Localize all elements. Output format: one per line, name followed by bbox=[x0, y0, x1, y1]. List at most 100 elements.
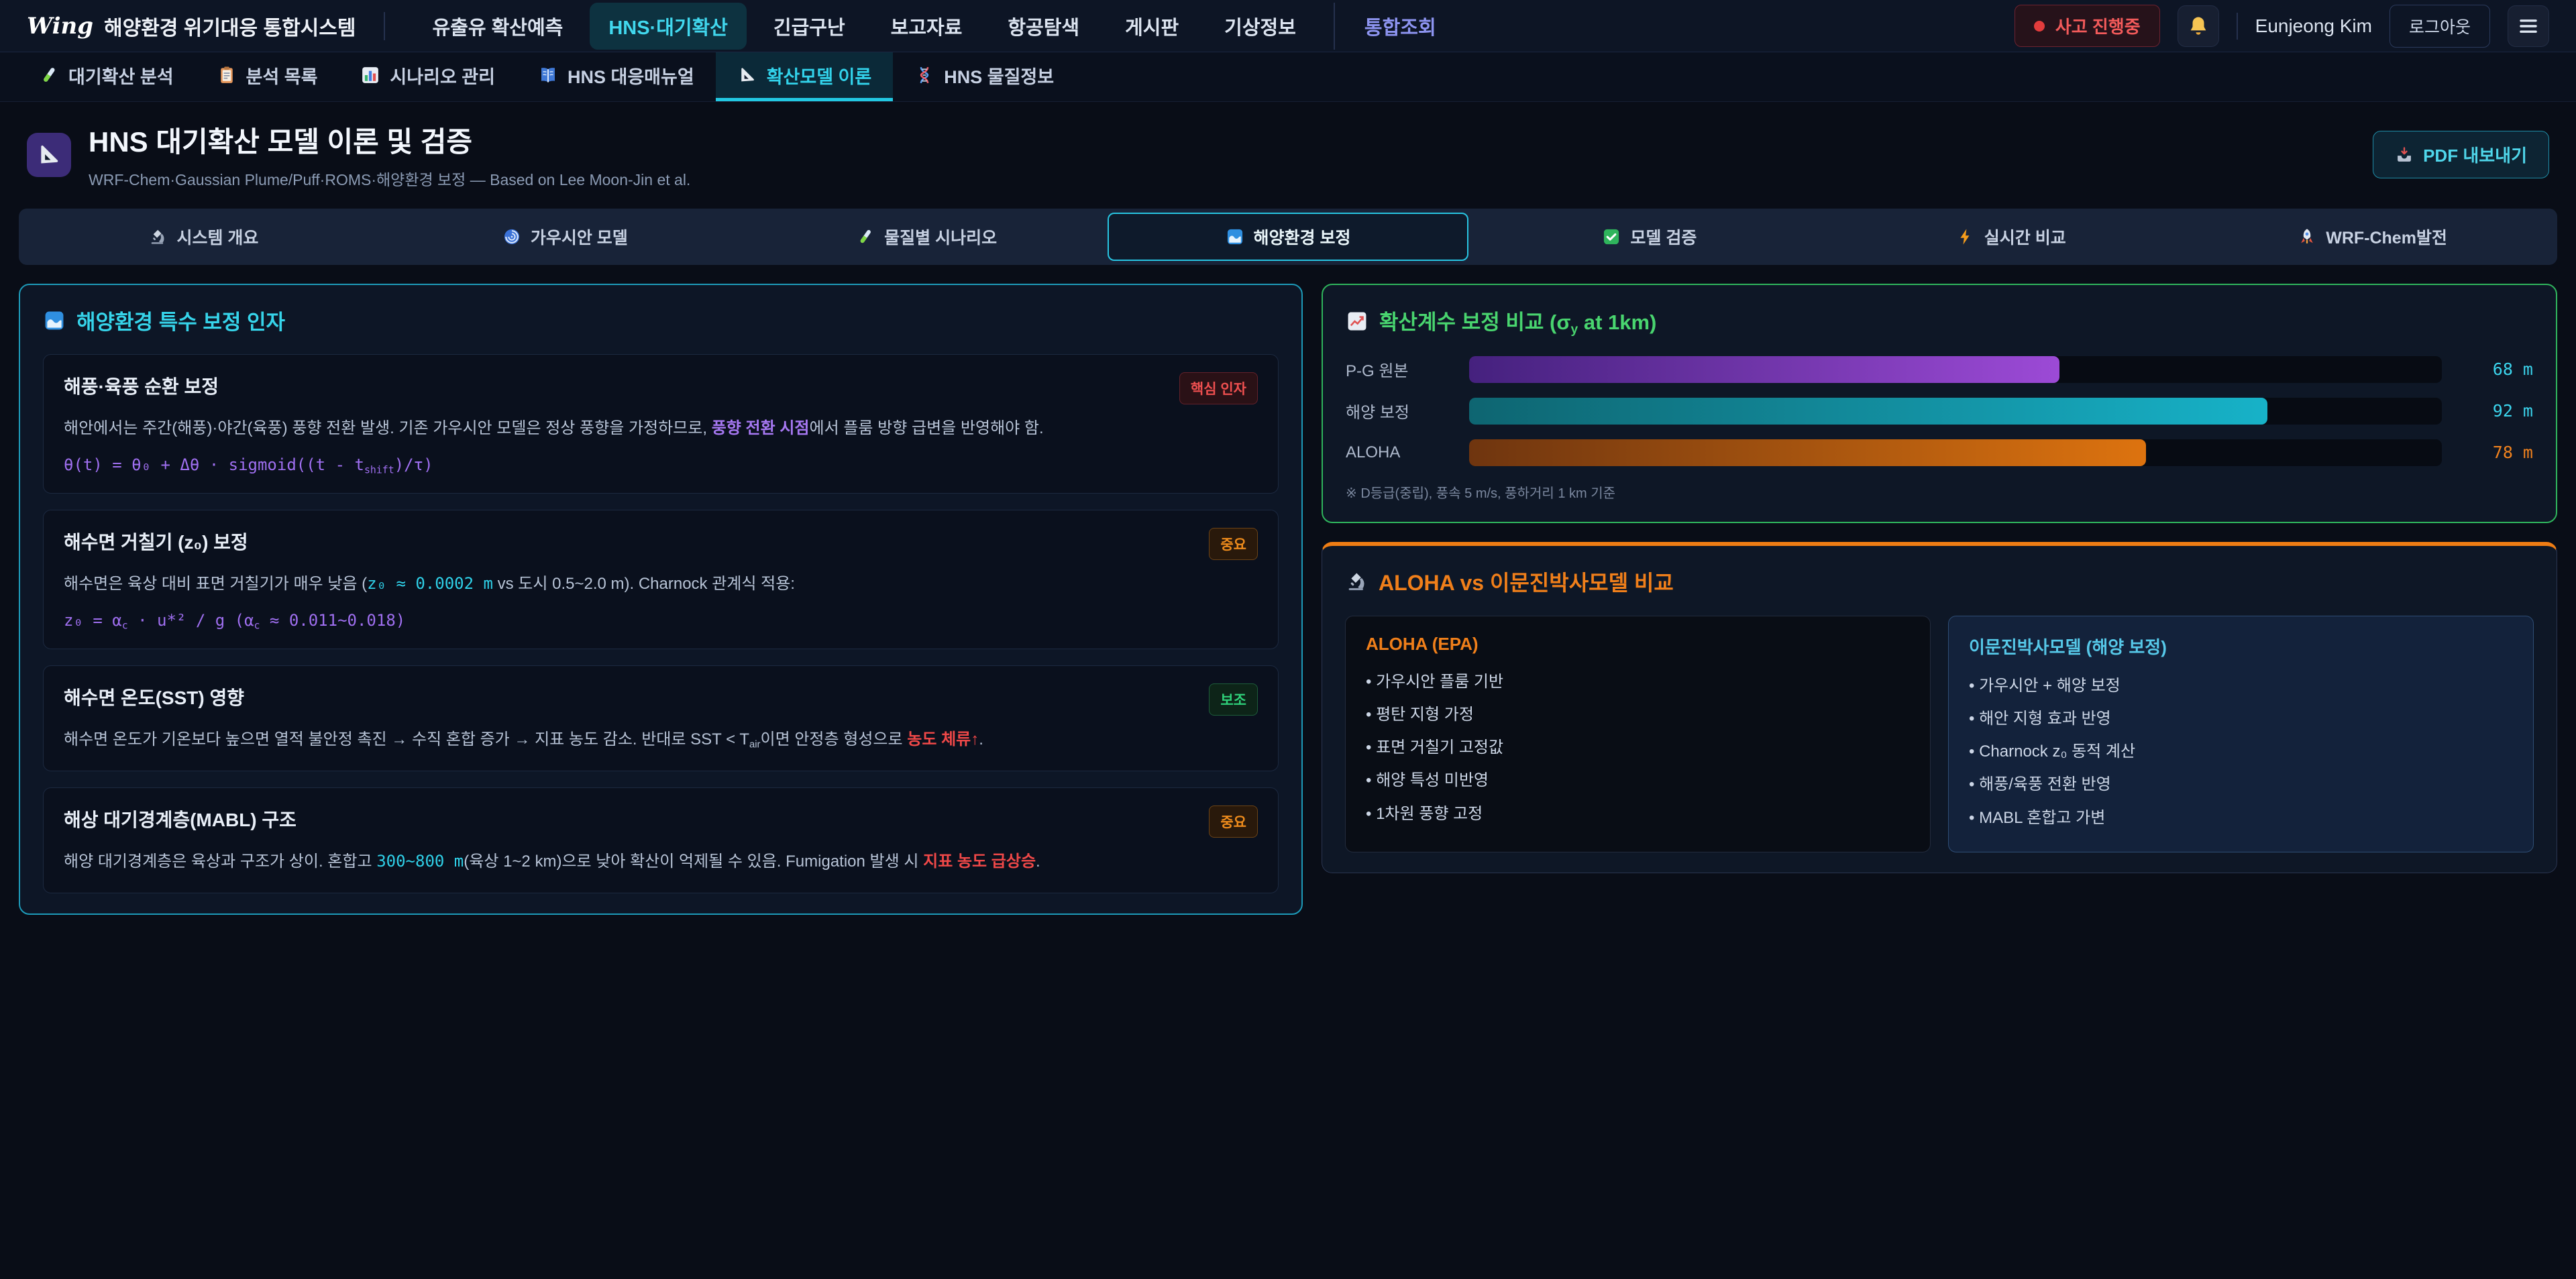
right-column: 확산계수 보정 비교 (σy at 1km) P-G 원본68 m해양 보정92… bbox=[1322, 284, 2557, 873]
sigma-bars: P-G 원본68 m해양 보정92 mALOHA78 m bbox=[1346, 356, 2533, 466]
rocket-icon bbox=[2298, 227, 2316, 246]
card-formula: θ(t) = θ₀ + Δθ · sigmoid((t - tshift)/τ) bbox=[64, 455, 1258, 476]
main-nav: 유출유 확산예측HNS·대기확산긴급구난보고자료항공탐색게시판기상정보 통합조회 bbox=[413, 3, 1454, 50]
microscope-icon bbox=[148, 227, 167, 246]
divider bbox=[2237, 13, 2238, 40]
dna-icon bbox=[914, 65, 934, 85]
main-nav-item[interactable]: 유출유 확산예측 bbox=[413, 3, 582, 50]
sigma-comparison-panel: 확산계수 보정 비교 (σy at 1km) P-G 원본68 m해양 보정92… bbox=[1322, 284, 2557, 523]
bar-chart-icon bbox=[360, 65, 380, 85]
bar-track bbox=[1469, 439, 2442, 466]
tab-label: 모델 검증 bbox=[1630, 225, 1697, 249]
main-nav-item[interactable]: 긴급구난 bbox=[755, 3, 864, 50]
card-title: 해수면 거칠기 (z₀) 보정 bbox=[64, 528, 248, 555]
comparison-item: MABL 혼합고 가변 bbox=[1969, 801, 2513, 834]
comparison-item: 가우시안 플룸 기반 bbox=[1366, 665, 1910, 698]
correction-card: 해수면 온도(SST) 영향보조해수면 온도가 기온보다 높으면 열적 불안정 … bbox=[43, 665, 1279, 771]
wing-logo: Wing bbox=[27, 13, 93, 40]
tab-시스템 개요[interactable]: 시스템 개요 bbox=[23, 213, 384, 261]
tab-물질별 시나리오[interactable]: 물질별 시나리오 bbox=[746, 213, 1108, 261]
correction-cards: 해풍·육풍 순환 보정핵심 인자해안에서는 주간(해풍)·야간(육풍) 풍향 전… bbox=[43, 354, 1279, 893]
bar-fill bbox=[1469, 398, 2267, 425]
main-nav-item[interactable]: 통합조회 bbox=[1334, 3, 1455, 50]
subnav-item[interactable]: 시나리오 관리 bbox=[339, 52, 517, 101]
bar-fill bbox=[1469, 356, 2059, 383]
incident-status-badge: 사고 진행중 bbox=[2015, 5, 2160, 47]
incident-badge-label: 사고 진행중 bbox=[2055, 13, 2141, 38]
sub-navigation: 대기확산 분석 분석 목록 시나리오 관리 HNS 대응매뉴얼 확산모델 이론 HNS 물… bbox=[0, 52, 2576, 102]
panel-title: 해양환경 특수 보정 인자 bbox=[43, 305, 1279, 335]
section-tab-bar: 시스템 개요 가우시안 모델 물질별 시나리오해양환경 보정 모델 검증 실시간 비교 W… bbox=[19, 209, 2557, 265]
tab-모델 검증[interactable]: 모델 검증 bbox=[1468, 213, 1830, 261]
bar-value: 68 m bbox=[2458, 359, 2533, 379]
subnav-item-label: 분석 목록 bbox=[246, 62, 318, 89]
card-title: 해풍·육풍 순환 보정 bbox=[64, 372, 219, 399]
pdf-export-button[interactable]: PDF 내보내기 bbox=[2373, 131, 2549, 178]
comparison-column-leemodel: 이문진박사모델 (해양 보정)가우시안 + 해양 보정해안 지형 효과 반영Ch… bbox=[1948, 616, 2534, 852]
card-body: 해안에서는 주간(해풍)·야간(육풍) 풍향 전환 발생. 기존 가우시안 모델… bbox=[64, 415, 1258, 442]
main-nav-item[interactable]: 보고자료 bbox=[872, 3, 981, 50]
comparison-column-header: ALOHA (EPA) bbox=[1366, 634, 1910, 655]
comparison-item: 해안 지형 효과 반영 bbox=[1969, 702, 2513, 735]
subnav-item[interactable]: 대기확산 분석 bbox=[17, 52, 195, 101]
tab-label: 실시간 비교 bbox=[1984, 225, 2066, 249]
bar-track bbox=[1469, 356, 2442, 383]
main-nav-item[interactable]: 기상정보 bbox=[1205, 3, 1315, 50]
menu-button[interactable] bbox=[2508, 5, 2549, 47]
chart-footnote: ※ D등급(중립), 풍속 5 m/s, 풍하거리 1 km 기준 bbox=[1346, 482, 2533, 502]
divider bbox=[384, 12, 385, 40]
subnav-item-label: 대기확산 분석 bbox=[68, 62, 174, 89]
status-dot-icon bbox=[2034, 21, 2045, 32]
page-title: HNS 대기확산 모델 이론 및 검증 bbox=[89, 119, 690, 160]
importance-badge: 보조 bbox=[1209, 683, 1258, 716]
card-head: 해상 대기경계층(MABL) 구조 중요 bbox=[64, 805, 1258, 838]
card-title: 해상 대기경계층(MABL) 구조 bbox=[64, 805, 297, 832]
correction-card: 해상 대기경계층(MABL) 구조 중요해양 대기경계층은 육상과 구조가 상이.… bbox=[43, 787, 1279, 893]
bar-label: P-G 원본 bbox=[1346, 357, 1453, 381]
tab-해양환경 보정[interactable]: 해양환경 보정 bbox=[1108, 213, 1469, 261]
model-comparison-panel: ALOHA vs 이문진박사모델 비교 ALOHA (EPA) 가우시안 플룸 기… bbox=[1322, 542, 2557, 873]
main-nav-item[interactable]: 게시판 bbox=[1106, 3, 1197, 50]
subnav-item-label: HNS 물질정보 bbox=[944, 62, 1054, 89]
comparison-list: 가우시안 플룸 기반평탄 지형 가정표면 거칠기 고정값해양 특성 미반영1차원… bbox=[1366, 665, 1910, 830]
card-head: 해수면 온도(SST) 영향보조 bbox=[64, 683, 1258, 716]
logout-button[interactable]: 로그아웃 bbox=[2390, 5, 2490, 48]
page-header-text: HNS 대기확산 모델 이론 및 검증 WRF-Chem·Gaussian Pl… bbox=[89, 119, 690, 190]
hamburger-menu-icon bbox=[2517, 15, 2540, 38]
wave-icon bbox=[43, 309, 66, 332]
wave-icon bbox=[1226, 227, 1244, 246]
correction-card: 해수면 거칠기 (z₀) 보정중요해수면은 육상 대비 표면 거칠기가 매우 낮… bbox=[43, 510, 1279, 649]
triangle-ruler-icon bbox=[737, 65, 757, 85]
panel-title-text: 해양환경 특수 보정 인자 bbox=[76, 305, 285, 335]
page-subtitle: WRF-Chem·Gaussian Plume/Puff·ROMS·해양환경 보… bbox=[89, 167, 690, 190]
subnav-item-label: HNS 대응매뉴얼 bbox=[568, 62, 694, 89]
tab-label: 가우시안 모델 bbox=[531, 225, 628, 249]
app-brand[interactable]: Wing 해양환경 위기대응 통합시스템 bbox=[27, 11, 356, 41]
comparison-item: 표면 거칠기 고정값 bbox=[1366, 731, 1910, 764]
microscope-icon bbox=[1345, 570, 1368, 593]
subnav-item[interactable]: HNS 물질정보 bbox=[893, 52, 1075, 101]
main-nav-item[interactable]: HNS·대기확산 bbox=[590, 3, 747, 50]
chart-up-icon bbox=[1346, 310, 1368, 333]
book-icon bbox=[538, 65, 558, 85]
subnav-item[interactable]: 분석 목록 bbox=[195, 52, 339, 101]
comparison-panel-title-text: ALOHA vs 이문진박사모델 비교 bbox=[1379, 566, 1674, 597]
comparison-item: 평탄 지형 가정 bbox=[1366, 698, 1910, 731]
subnav-item[interactable]: HNS 대응매뉴얼 bbox=[517, 52, 716, 101]
tab-WRF-Chem발전[interactable]: WRF-Chem발전 bbox=[2192, 213, 2553, 261]
lightning-icon bbox=[1956, 227, 1975, 246]
tab-가우시안 모델[interactable]: 가우시안 모델 bbox=[384, 213, 746, 261]
comparison-list: 가우시안 + 해양 보정해안 지형 효과 반영Charnock z₀ 동적 계산… bbox=[1969, 669, 2513, 834]
tab-실시간 비교[interactable]: 실시간 비교 bbox=[1830, 213, 2192, 261]
subnav-item[interactable]: 확산모델 이론 bbox=[716, 52, 894, 101]
panel-title: ALOHA vs 이문진박사모델 비교 bbox=[1345, 566, 2534, 597]
main-nav-item[interactable]: 항공탐색 bbox=[989, 3, 1098, 50]
notifications-button[interactable] bbox=[2178, 5, 2219, 47]
bar-value: 78 m bbox=[2458, 443, 2533, 462]
app-title: 해양환경 위기대응 통합시스템 bbox=[104, 11, 356, 41]
test-tube-icon bbox=[856, 227, 875, 246]
bar-fill bbox=[1469, 439, 2146, 466]
importance-badge: 중요 bbox=[1209, 805, 1258, 838]
card-body: 해양 대기경계층은 육상과 구조가 상이. 혼합고 300~800 m(육상 1… bbox=[64, 848, 1258, 875]
user-name: Eunjeong Kim bbox=[2255, 15, 2372, 37]
